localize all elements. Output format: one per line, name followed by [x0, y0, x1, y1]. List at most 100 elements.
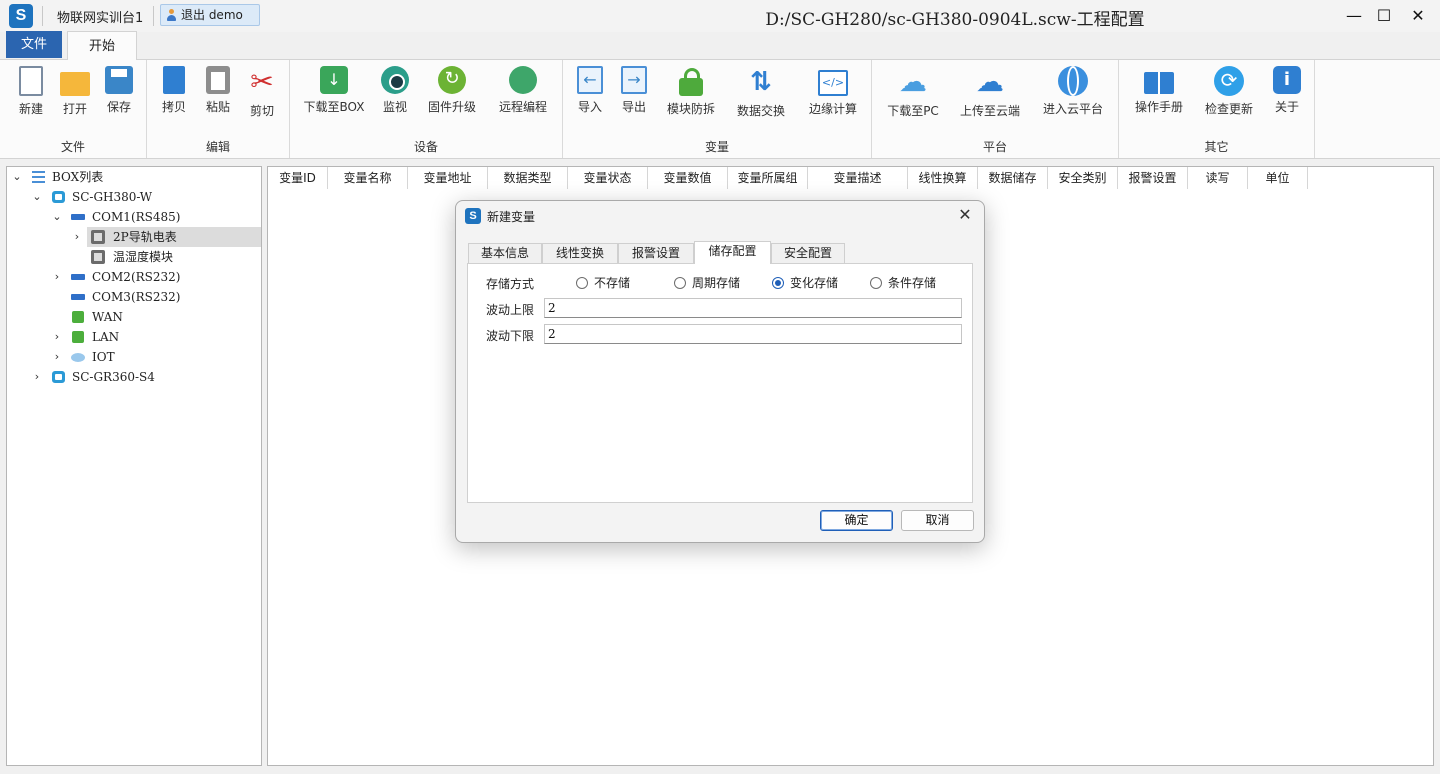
column-header[interactable]: 变量名称 — [328, 167, 408, 189]
module-protect-button[interactable]: 模块防拆 — [663, 66, 719, 117]
firmware-upgrade-button[interactable]: 固件升级 — [424, 66, 480, 115]
chevron-right-icon[interactable]: › — [51, 327, 63, 347]
module-cube-icon — [91, 250, 105, 264]
radio-conditional-storage[interactable]: 条件存储 — [870, 276, 936, 290]
column-header[interactable]: 线性换算 — [908, 167, 978, 189]
column-header[interactable]: 数据类型 — [488, 167, 568, 189]
chevron-right-icon[interactable]: › — [31, 367, 43, 387]
cancel-button[interactable]: 取消 — [901, 510, 974, 531]
tree-node-com2[interactable]: › COM2(RS232) — [7, 267, 261, 287]
group-label-other: 其它 — [1204, 140, 1229, 154]
upload-cloud-button[interactable]: ☁ 上传至云端 — [956, 66, 1024, 119]
dialog-close-button[interactable]: ✕ — [954, 204, 976, 226]
new-label: 新建 — [18, 102, 43, 116]
column-header[interactable]: 单位 — [1248, 167, 1308, 189]
download-box-button[interactable]: 下载至BOX — [302, 66, 366, 115]
tab-storage-config[interactable]: 储存配置 — [694, 241, 771, 264]
chevron-right-icon[interactable]: › — [51, 267, 63, 287]
tree-node-humidity[interactable]: 温湿度模块 — [87, 247, 261, 267]
tab-file[interactable]: 文件 — [6, 31, 62, 58]
import-button[interactable]: 导入 — [571, 66, 609, 115]
tree-node-com3[interactable]: COM3(RS232) — [7, 287, 261, 307]
tab-linear-transform[interactable]: 线性变换 — [542, 243, 618, 263]
new-button[interactable]: 新建 — [12, 66, 50, 117]
remote-programming-button[interactable]: 远程编程 — [493, 66, 553, 115]
column-header[interactable]: 变量描述 — [808, 167, 908, 189]
tree-label: 温湿度模块 — [113, 250, 174, 264]
radio-label: 周期存储 — [692, 276, 741, 290]
info-icon: i — [1273, 66, 1301, 94]
radio-no-storage[interactable]: 不存储 — [576, 276, 630, 290]
lower-limit-input[interactable]: 2 — [544, 324, 962, 344]
radio-label: 条件存储 — [888, 276, 937, 290]
tree-node-root[interactable]: ⌄ BOX列表 — [7, 167, 261, 187]
tree-label: SC-GR360-S4 — [72, 370, 155, 384]
column-header[interactable]: 变量状态 — [568, 167, 648, 189]
ok-button[interactable]: 确定 — [820, 510, 893, 531]
export-button[interactable]: 导出 — [615, 66, 653, 115]
data-exchange-button[interactable]: ⇅ 数据交换 — [731, 66, 791, 119]
tree-node-iot[interactable]: › IOT — [7, 347, 261, 367]
check-update-label: 检查更新 — [1204, 102, 1253, 116]
maximize-button[interactable]: ☐ — [1366, 2, 1402, 30]
chevron-right-icon[interactable]: › — [71, 227, 83, 247]
open-button[interactable]: 打开 — [56, 66, 94, 117]
serial-port-icon — [71, 214, 85, 220]
column-header[interactable]: 读写 — [1188, 167, 1248, 189]
tree-node-lan[interactable]: › LAN — [7, 327, 261, 347]
radio-change-storage[interactable]: 变化存储 — [772, 276, 838, 290]
ribbon-group-file: 新建 打开 保存 文件 — [0, 60, 147, 158]
about-button[interactable]: i 关于 — [1269, 66, 1305, 115]
export-label: 导出 — [621, 100, 646, 114]
firmware-label: 固件升级 — [427, 100, 476, 114]
column-header[interactable]: 变量数值 — [648, 167, 728, 189]
tree-node-meter[interactable]: › 2P导轨电表 — [75, 227, 261, 247]
edge-compute-button[interactable]: </> 边缘计算 — [803, 66, 863, 117]
tree-label: COM2(RS232) — [92, 270, 181, 284]
new-variable-dialog: S 新建变量 ✕ 基本信息 线性变换 报警设置 储存配置 安全配置 存储方式 不… — [455, 200, 985, 543]
exchange-icon: ⇅ — [750, 67, 772, 97]
column-header[interactable]: 变量所属组 — [728, 167, 808, 189]
cut-button[interactable]: ✂ 剪切 — [243, 66, 281, 119]
module-protect-label: 模块防拆 — [666, 102, 715, 116]
tree-node-com1[interactable]: ⌄ COM1(RS485) — [7, 207, 261, 227]
enter-cloud-button[interactable]: 进入云平台 — [1038, 66, 1108, 117]
download-pc-button[interactable]: ☁ 下载至PC — [882, 66, 944, 119]
manual-button[interactable]: 操作手册 — [1131, 66, 1187, 115]
copy-button[interactable]: 拷贝 — [155, 66, 193, 115]
device-icon — [52, 371, 65, 383]
folder-icon — [60, 72, 90, 96]
close-button[interactable]: ✕ — [1400, 2, 1436, 30]
download-pc-label: 下载至PC — [887, 104, 939, 118]
tree-node-device2[interactable]: › SC-GR360-S4 — [7, 367, 261, 387]
upper-limit-input[interactable]: 2 — [544, 298, 962, 318]
chevron-down-icon[interactable]: ⌄ — [31, 187, 43, 207]
monitor-button[interactable]: 监视 — [376, 66, 414, 115]
save-button[interactable]: 保存 — [100, 66, 138, 115]
column-header[interactable]: 变量ID — [268, 167, 328, 189]
chevron-right-icon[interactable]: › — [51, 347, 63, 367]
box-tree: ⌄ BOX列表 ⌄ SC-GH380-W ⌄ COM1(RS485) › 2P导… — [6, 166, 262, 766]
refresh-icon — [1214, 66, 1244, 96]
chevron-down-icon[interactable]: ⌄ — [11, 167, 23, 187]
tree-node-device1[interactable]: ⌄ SC-GH380-W — [7, 187, 261, 207]
tab-basic-info[interactable]: 基本信息 — [468, 243, 542, 263]
paste-button[interactable]: 粘贴 — [199, 66, 237, 115]
tree-label: 2P导轨电表 — [113, 230, 177, 244]
device-icon — [52, 191, 65, 203]
tab-start[interactable]: 开始 — [67, 31, 137, 60]
check-update-button[interactable]: 检查更新 — [1201, 66, 1257, 117]
column-header[interactable]: 变量地址 — [408, 167, 488, 189]
column-header[interactable]: 安全类别 — [1048, 167, 1118, 189]
column-header[interactable]: 报警设置 — [1118, 167, 1188, 189]
export-icon — [621, 66, 647, 94]
tab-alarm-settings[interactable]: 报警设置 — [618, 243, 694, 263]
radio-periodic-storage[interactable]: 周期存储 — [674, 276, 740, 290]
ribbon-group-device: 下载至BOX 监视 固件升级 远程编程 设备 — [290, 60, 563, 158]
tab-security-config[interactable]: 安全配置 — [771, 243, 845, 263]
storage-config-panel: 存储方式 不存储 周期存储 变化存储 条件存储 波动上限 2 波动下限 2 — [467, 263, 973, 503]
copy-icon — [163, 66, 185, 94]
chevron-down-icon[interactable]: ⌄ — [51, 207, 63, 227]
tree-node-wan[interactable]: WAN — [7, 307, 261, 327]
column-header[interactable]: 数据储存 — [978, 167, 1048, 189]
